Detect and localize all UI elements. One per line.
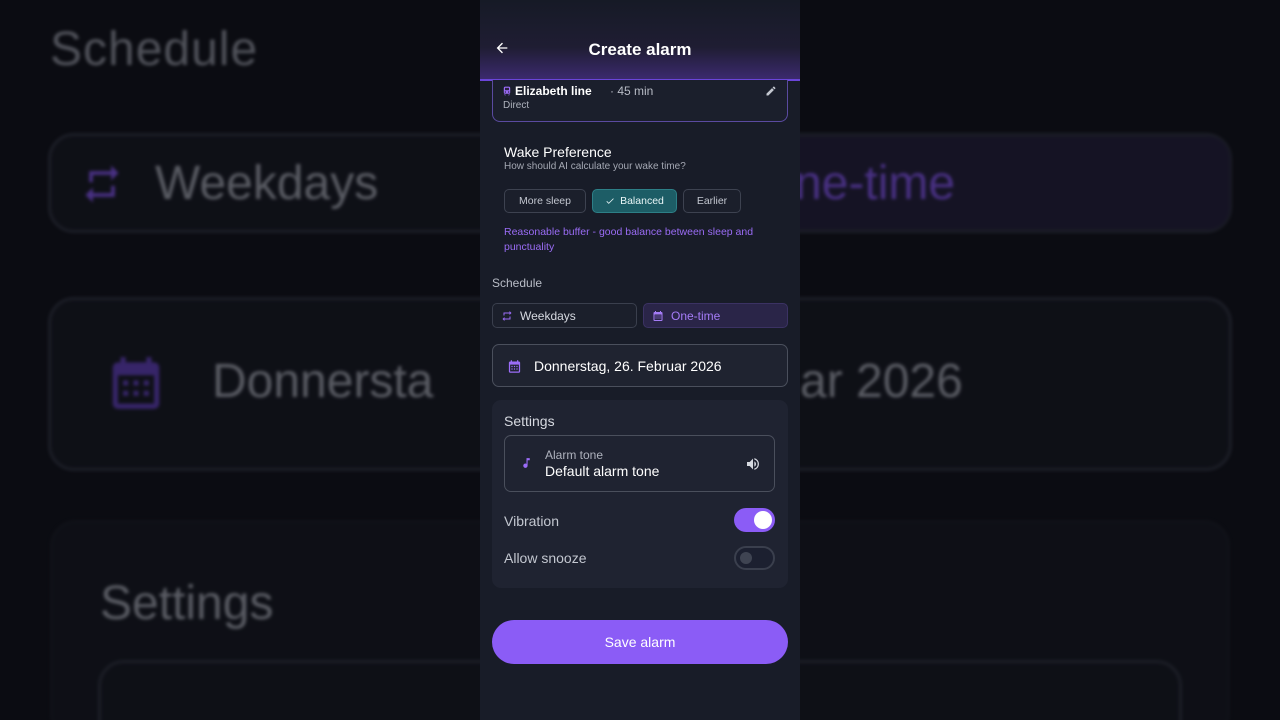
repeat-icon <box>502 310 512 321</box>
chip-earlier[interactable]: Earlier <box>683 189 741 213</box>
wake-preference-description: Reasonable buffer - good balance between… <box>504 226 754 253</box>
settings-panel: Settings Alarm tone Default alarm tone V… <box>492 400 788 588</box>
bg-weekdays-text: Weekdays <box>155 157 379 210</box>
bg-schedule-title: Schedule <box>50 23 259 76</box>
route-type: Direct <box>503 100 530 111</box>
chip-balanced[interactable]: Balanced <box>592 189 677 213</box>
bg-one-time-text: ne-time <box>795 157 956 210</box>
snooze-toggle[interactable] <box>734 546 775 570</box>
train-icon <box>503 86 511 96</box>
vibration-label: Vibration <box>504 513 560 529</box>
date-picker-field[interactable]: Donnerstag, 26. Februar 2026 <box>492 344 788 387</box>
chip-more-sleep[interactable]: More sleep <box>504 189 586 213</box>
save-alarm-button[interactable]: Save alarm <box>492 620 788 664</box>
settings-title: Settings <box>504 413 555 429</box>
toggle-knob <box>740 552 752 564</box>
phone-screen: Create alarm Elizabeth line · 45 min Dir… <box>480 0 800 720</box>
calendar-icon <box>653 310 663 321</box>
snooze-label: Allow snooze <box>504 550 587 566</box>
route-duration: · 45 min <box>610 84 654 98</box>
route-card[interactable]: Elizabeth line · 45 min Direct <box>492 80 788 122</box>
schedule-label: Schedule <box>492 276 543 290</box>
page-title: Create alarm <box>588 40 692 59</box>
alarm-tone-selector[interactable]: Alarm tone Default alarm tone <box>504 435 775 492</box>
alarm-tone-value: Default alarm tone <box>545 463 660 479</box>
toggle-knob <box>754 511 772 529</box>
vibration-toggle[interactable] <box>734 508 775 532</box>
segment-one-time[interactable]: One-time <box>643 303 788 328</box>
check-icon <box>606 198 614 204</box>
alarm-tone-label: Alarm tone <box>545 448 604 462</box>
bg-calendar-icon <box>112 357 160 409</box>
chip-label: Earlier <box>696 195 728 207</box>
bg-date-left: Donnersta <box>212 355 434 408</box>
speaker-icon[interactable] <box>745 456 761 472</box>
calendar-icon <box>508 360 521 373</box>
chip-label: Balanced <box>620 195 664 207</box>
selected-date: Donnerstag, 26. Februar 2026 <box>534 358 722 374</box>
chip-label: More sleep <box>519 195 571 207</box>
wake-preference-subtitle: How should AI calculate your wake time? <box>504 161 686 172</box>
bg-settings-text: Settings <box>100 577 274 630</box>
segment-weekdays[interactable]: Weekdays <box>492 303 637 328</box>
segment-label: Weekdays <box>520 308 576 323</box>
bg-repeat-icon <box>85 165 119 203</box>
wake-preference-title: Wake Preference <box>504 144 612 160</box>
bg-date-right: ar 2026 <box>800 355 963 408</box>
route-line-name: Elizabeth line <box>515 84 592 98</box>
save-alarm-label: Save alarm <box>604 634 676 650</box>
segment-label: One-time <box>671 308 721 323</box>
pencil-icon[interactable] <box>765 85 777 97</box>
app-bar: Create alarm <box>480 0 800 81</box>
music-note-icon <box>523 458 530 468</box>
